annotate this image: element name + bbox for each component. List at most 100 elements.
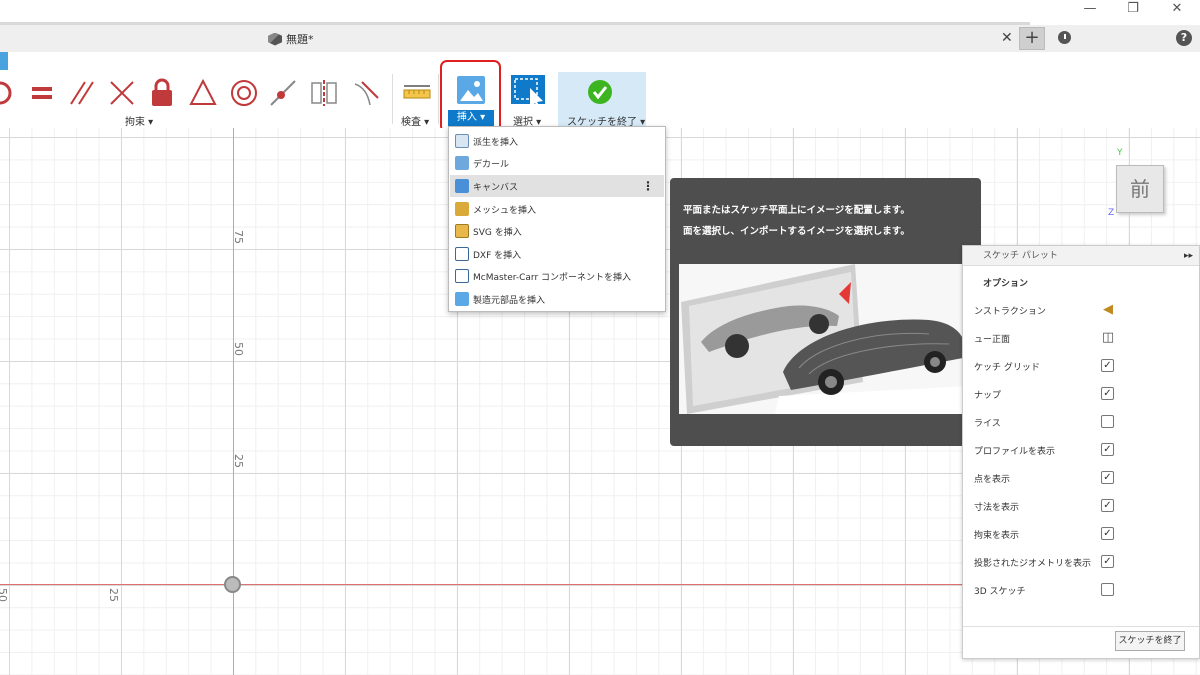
more-options-icon[interactable]: ⋮ — [642, 179, 654, 193]
palette-header[interactable]: スケッチ パレット ▸▸ — [963, 246, 1199, 266]
menu-item-insert-svg[interactable]: SVG を挿入 — [450, 220, 664, 242]
menu-item-label: 製造元部品を挿入 — [473, 295, 546, 306]
option-slice[interactable]: ライス — [963, 410, 1199, 434]
menu-item-insert-manufacturer-part[interactable]: 製造元部品を挿入 — [450, 288, 664, 310]
symmetry-icon[interactable] — [309, 78, 339, 108]
grid-label-50: 50 — [232, 342, 245, 356]
palette-section-options[interactable]: オプション — [983, 276, 1028, 289]
manufacturer-icon — [455, 292, 469, 306]
document-tab[interactable]: 無題* — [268, 31, 314, 47]
window-title-bar: — ❐ ✕ — [0, 0, 1200, 22]
snap-checkbox[interactable]: ✓ — [1101, 387, 1114, 400]
palette-title: スケッチ パレット — [983, 251, 1058, 261]
parallel-icon[interactable] — [68, 78, 96, 108]
toolbar-separator — [438, 74, 439, 124]
option-show-points[interactable]: 点を表示 ✓ — [963, 466, 1199, 490]
menu-item-canvas[interactable]: キャンバス ⋮ — [450, 175, 664, 197]
expand-palette-icon[interactable]: ▸▸ — [1184, 246, 1193, 266]
option-label: 3D スケッチ — [974, 587, 1026, 597]
grid-label-h-25: 25 — [107, 588, 120, 602]
option-label: ライス — [974, 419, 1001, 429]
concentric-icon[interactable] — [229, 78, 259, 108]
minimize-button[interactable]: — — [1070, 0, 1110, 20]
show-constraints-checkbox[interactable]: ✓ — [1101, 527, 1114, 540]
finish-check-icon — [588, 80, 612, 104]
option-label: ュー正面 — [974, 335, 1011, 345]
show-projected-geometry-checkbox[interactable]: ✓ — [1101, 555, 1114, 568]
canvas-icon — [455, 179, 469, 193]
option-snap[interactable]: ナップ ✓ — [963, 382, 1199, 406]
sketch-toolbar: 拘束 ▾ 検査 ▾ 挿入 ▾ 選択 ▾ スケッチを終了 ▾ — [0, 52, 1200, 133]
grid-label-25: 25 — [232, 454, 245, 468]
origin-point[interactable] — [224, 576, 241, 593]
menu-item-label: McMaster-Carr コンポーネントを挿入 — [473, 272, 632, 283]
measure-ruler-icon[interactable] — [402, 78, 432, 108]
close-window-button[interactable]: ✕ — [1157, 0, 1197, 20]
menu-item-label: キャンバス — [473, 182, 519, 193]
option-3d-sketch[interactable]: 3D スケッチ — [963, 578, 1199, 602]
show-points-checkbox[interactable]: ✓ — [1101, 471, 1114, 484]
fix-lock-icon[interactable] — [148, 78, 176, 108]
construction-icon[interactable]: ◀ — [1100, 302, 1116, 318]
option-label: ンストラクション — [974, 307, 1046, 317]
show-profile-checkbox[interactable]: ✓ — [1101, 443, 1114, 456]
show-dimensions-checkbox[interactable]: ✓ — [1101, 499, 1114, 512]
option-look-at[interactable]: ュー正面 ◫ — [963, 326, 1199, 350]
option-label: ナップ — [974, 391, 1002, 401]
option-show-projected-geometry[interactable]: 投影されたジオメトリを表示 ✓ — [963, 550, 1199, 574]
equal-icon[interactable] — [31, 78, 53, 108]
tangent-icon[interactable] — [0, 78, 18, 108]
viewcube-y-axis-label: Y — [1117, 148, 1123, 158]
menu-item-insert-dxf[interactable]: DXF を挿入 — [450, 243, 664, 265]
restore-button[interactable]: ❐ — [1113, 0, 1153, 20]
menu-item-insert-derive[interactable]: 派生を挿入 — [450, 130, 664, 152]
tooltip-line-1: 平面またはスケッチ平面上にイメージを配置します。 — [683, 205, 910, 216]
inspect-group-label[interactable]: 検査 ▾ — [401, 113, 429, 128]
option-show-constraints[interactable]: 拘束を表示 ✓ — [963, 522, 1199, 546]
perpendicular-icon[interactable] — [108, 78, 136, 108]
viewcube-z-axis-label: Z — [1108, 208, 1115, 218]
look-at-icon[interactable]: ◫ — [1100, 330, 1116, 346]
menu-item-label: デカール — [473, 159, 510, 170]
option-show-profile[interactable]: プロファイルを表示 ✓ — [963, 438, 1199, 462]
menu-item-insert-mcmaster[interactable]: McMaster-Carr コンポーネントを挿入 — [450, 265, 664, 287]
menu-item-label: SVG を挿入 — [473, 227, 522, 238]
mcmaster-icon — [455, 269, 469, 283]
clock-icon[interactable] — [1058, 31, 1071, 44]
tooltip-illustration — [679, 264, 971, 414]
curvature-icon[interactable] — [352, 78, 380, 108]
grid-label-h-50: 50 — [0, 588, 9, 602]
view-cube[interactable]: 前 — [1116, 165, 1164, 213]
menu-item-label: メッシュを挿入 — [473, 205, 537, 216]
help-icon[interactable]: ? — [1176, 30, 1192, 46]
menu-item-decal[interactable]: デカール — [450, 152, 664, 174]
midpoint-triangle-icon[interactable] — [189, 78, 217, 108]
option-show-dimensions[interactable]: 寸法を表示 ✓ — [963, 494, 1199, 518]
canvas-tooltip: 平面またはスケッチ平面上にイメージを配置します。 面を選択し、インポートするイメ… — [670, 178, 981, 446]
mesh-icon — [455, 202, 469, 216]
document-cube-icon — [268, 32, 282, 46]
3d-sketch-checkbox[interactable] — [1101, 583, 1114, 596]
menu-item-insert-mesh[interactable]: メッシュを挿入 — [450, 198, 664, 220]
new-tab-button[interactable]: + — [1019, 27, 1045, 50]
select-icon[interactable] — [510, 74, 546, 104]
palette-divider — [963, 626, 1199, 627]
finish-sketch-group[interactable]: スケッチを終了 ▾ — [558, 72, 646, 128]
option-label: プロファイルを表示 — [974, 447, 1056, 457]
coincident-icon[interactable] — [268, 78, 298, 108]
insert-dropdown-menu: 派生を挿入 デカール キャンバス ⋮ メッシュを挿入 SVG を挿入 DXF を… — [448, 126, 666, 312]
option-sketch-grid[interactable]: ケッチ グリッド ✓ — [963, 354, 1199, 378]
insert-image-icon — [457, 76, 485, 104]
close-tab-icon[interactable]: ✕ — [1001, 30, 1013, 46]
decal-icon — [455, 156, 469, 170]
document-title: 無題* — [286, 33, 314, 46]
sketch-grid-checkbox[interactable]: ✓ — [1101, 359, 1114, 372]
sketch-palette: スケッチ パレット ▸▸ オプション ンストラクション ◀ ュー正面 ◫ ケッチ… — [962, 245, 1200, 659]
dxf-icon — [455, 247, 469, 261]
constraints-group-label[interactable]: 拘束 ▾ — [125, 113, 153, 128]
derive-icon — [455, 134, 469, 148]
finish-sketch-button[interactable]: スケッチを終了 — [1115, 631, 1185, 651]
insert-group-label[interactable]: 挿入 ▾ — [448, 110, 494, 126]
option-construction[interactable]: ンストラクション ◀ — [963, 298, 1199, 322]
slice-checkbox[interactable] — [1101, 415, 1114, 428]
